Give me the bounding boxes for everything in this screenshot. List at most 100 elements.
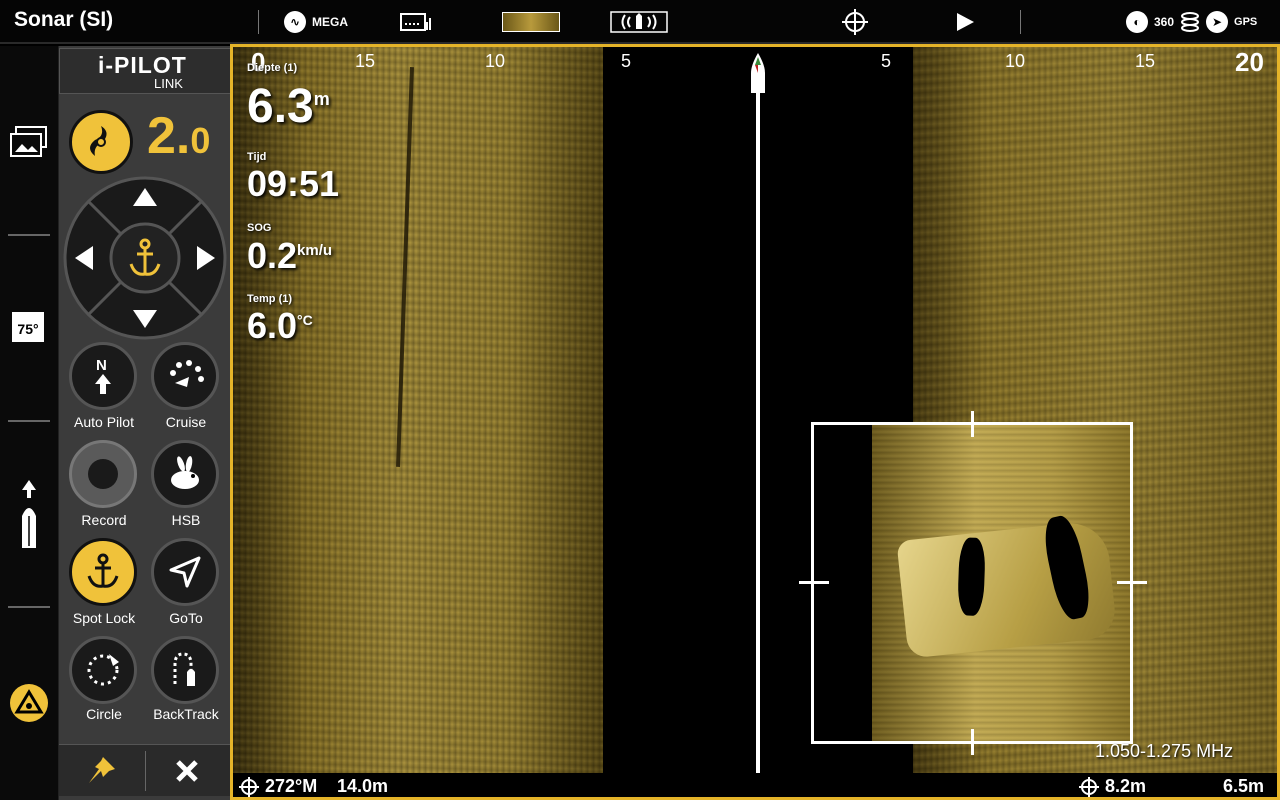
sonar-left-image — [233, 47, 603, 773]
zoom-tick-bottom — [971, 729, 974, 755]
panel-footer — [59, 744, 231, 796]
divider — [8, 606, 50, 608]
temp-label: Temp (1) — [247, 293, 293, 305]
backtrack-icon — [173, 652, 195, 686]
backtrack-button[interactable] — [151, 636, 219, 704]
scale-label-left-10: 10 — [485, 51, 506, 71]
image-gallery-icon[interactable] — [10, 126, 48, 158]
depth-label: Diepte (1) — [247, 62, 298, 74]
divider — [1020, 10, 1021, 34]
wreck-feature — [896, 513, 1118, 659]
navigation-icon: ➤ — [1206, 11, 1229, 33]
goto-arrow-icon — [169, 556, 201, 588]
record-icon — [88, 459, 118, 489]
sonar-view[interactable]: 0 15 10 5 5 10 15 20 Diepte (1) 6.3m Tij… — [230, 44, 1280, 800]
zoom-tick-left — [799, 581, 829, 584]
prop-speed-button[interactable] — [69, 110, 133, 174]
chart-view-icon — [400, 13, 431, 31]
divider — [145, 751, 146, 791]
spot-lock-label: Spot Lock — [72, 610, 136, 626]
cursor-target-icon — [239, 777, 259, 797]
waveform-icon: ∿ — [284, 11, 306, 33]
compass-icon: ◐ — [1126, 11, 1148, 33]
time-label: Tijd — [247, 151, 267, 163]
boat-heading-icon[interactable] — [18, 480, 40, 550]
rabbit-icon — [171, 456, 199, 489]
gps-label: GPS — [1234, 16, 1258, 28]
depth-readout: 6.3m — [247, 79, 330, 134]
ipilot-panel: i-PILOT LINK 2.0 N Auto Pilot Cruise Rec… — [58, 46, 231, 800]
scale-label-right-20: 20 — [1235, 47, 1264, 77]
scale-label-left-5: 5 — [621, 51, 632, 71]
goto-button[interactable] — [151, 538, 219, 606]
temperature-icon[interactable]: 75° — [12, 312, 44, 342]
speed-decimal: 0 — [190, 120, 211, 161]
play-icon — [957, 13, 974, 31]
cursor-distance: 14.0m — [337, 776, 389, 796]
cursor-bearing: 272°M — [265, 776, 318, 796]
backtrack-label: BackTrack — [153, 706, 219, 722]
direction-pad[interactable] — [63, 176, 227, 340]
top-bar: Sonar (SI) ∿ MEGA ◐ 360 ➤ GPS — [0, 0, 1280, 44]
goto-label: GoTo — [169, 610, 203, 626]
circle-button[interactable] — [69, 636, 137, 704]
bottom-feature — [396, 67, 414, 467]
range-readout: 6.5m — [1223, 776, 1265, 796]
zoom-tick-top — [971, 411, 974, 437]
side-imaging-icon — [610, 11, 668, 33]
waypoint-menu-icon[interactable] — [10, 684, 48, 722]
ipilot-sub: LINK — [154, 76, 183, 91]
crosshair-button[interactable] — [842, 8, 868, 36]
record-label: Record — [81, 512, 127, 528]
circle-path-icon — [87, 654, 119, 686]
temp-value: 6.0 — [247, 305, 298, 346]
zoom-window[interactable] — [811, 422, 1133, 744]
cruise-button[interactable] — [151, 342, 219, 410]
spot-lock-button[interactable] — [69, 538, 137, 606]
layers-icon — [1181, 12, 1200, 32]
circle-label: Circle — [86, 706, 122, 722]
anchor-icon — [87, 553, 119, 588]
sonar-thumbnail-icon — [502, 12, 560, 32]
crosshair-icon — [842, 9, 868, 35]
sonar-status-bar: 272°M 14.0m 8.2m 6.5m — [233, 773, 1277, 797]
boat-track-line — [756, 87, 760, 773]
sog-readout: 0.2km/u — [247, 235, 332, 277]
scale-label-right-15: 15 — [1135, 51, 1156, 71]
temp-unit: °C — [297, 312, 313, 328]
scale-label-left-15: 15 — [355, 51, 376, 71]
pin-icon[interactable] — [85, 753, 119, 787]
sog-value: 0.2 — [247, 235, 298, 276]
scale-label-right-5: 5 — [881, 51, 892, 71]
sog-label: SOG — [247, 222, 272, 234]
cursor-target-icon — [1079, 777, 1099, 797]
page-title: Sonar (SI) — [14, 8, 114, 31]
temp-readout: 6.0°C — [247, 305, 313, 347]
north-arrow-icon: N — [95, 357, 111, 394]
hsb-button[interactable] — [151, 440, 219, 508]
cursor-depth: 8.2m — [1105, 776, 1147, 796]
close-icon[interactable] — [175, 759, 199, 783]
360-label: 360 — [1154, 15, 1175, 29]
mega-view-button[interactable]: ∿ MEGA — [284, 8, 348, 36]
left-toolbar: 75° — [0, 46, 58, 800]
depth-unit: m — [313, 89, 330, 109]
divider — [258, 10, 259, 34]
screenshot-button[interactable] — [400, 8, 432, 36]
side-imaging-button[interactable] — [610, 8, 668, 36]
mega-label: MEGA — [312, 15, 348, 29]
status-icons[interactable]: ◐ 360 ➤ GPS — [1126, 8, 1257, 36]
sog-unit: km/u — [297, 242, 333, 259]
cruise-label: Cruise — [165, 414, 207, 430]
zoom-tick-right — [1117, 581, 1147, 584]
auto-pilot-label: Auto Pilot — [74, 414, 134, 430]
play-button[interactable] — [954, 8, 976, 36]
speed-main: 2. — [147, 107, 191, 165]
depth-value: 6.3 — [247, 80, 314, 133]
divider — [8, 234, 50, 236]
divider — [8, 420, 50, 422]
auto-pilot-button[interactable]: N — [69, 342, 137, 410]
boat-icon — [751, 53, 765, 93]
record-button[interactable] — [69, 440, 137, 508]
sonar-thumbnail-button[interactable] — [502, 8, 560, 36]
